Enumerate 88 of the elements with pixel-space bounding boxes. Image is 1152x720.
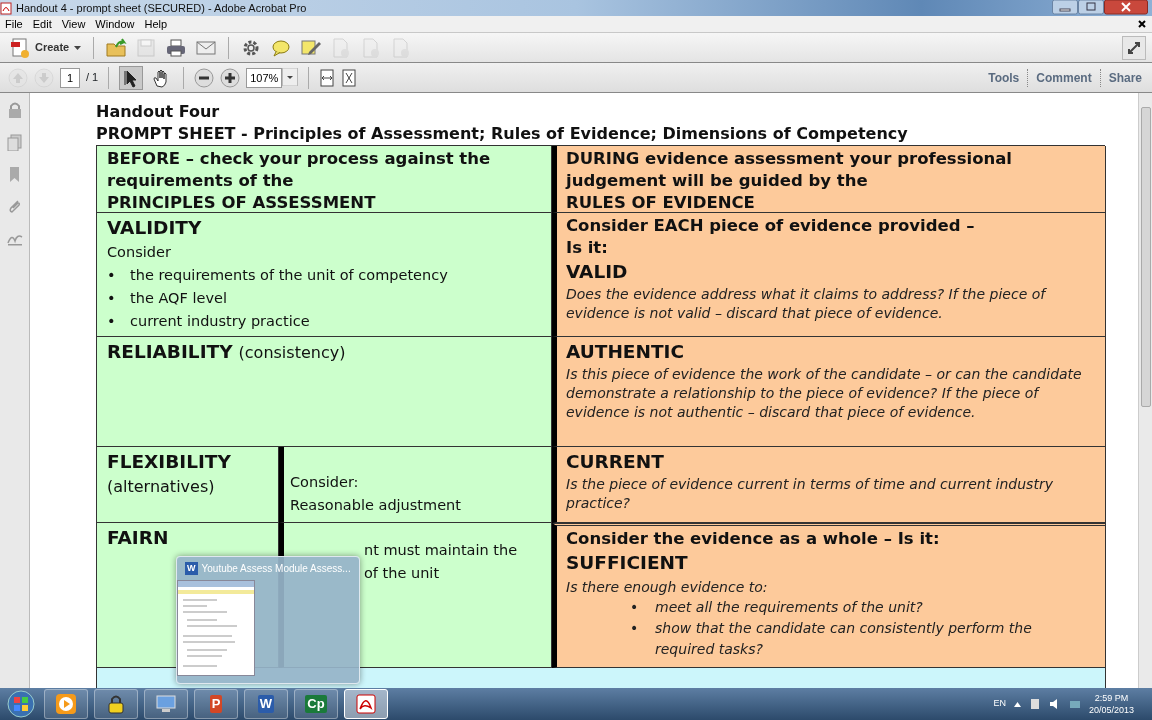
cell-lead: Consider EACH piece of evidence provided – [566,215,976,237]
cell-text: Consider [107,243,172,262]
document-heading: Handout Four [96,101,221,123]
taskbar-app[interactable] [94,689,138,719]
minimize-icon[interactable] [1052,0,1078,15]
expand-button[interactable] [1122,35,1146,60]
taskbar-app[interactable]: Cp [294,689,338,719]
rule-title: VALID [566,260,629,284]
menu-item[interactable]: Help [139,15,173,33]
zoom-field[interactable]: 107% [246,67,283,88]
tray-app-icon[interactable] [1028,698,1041,710]
printer-icon[interactable] [165,36,188,59]
bullet-marker: • [630,619,640,638]
menu-item[interactable]: File [0,15,28,33]
page-count: / 1 [86,70,99,86]
word-app-icon: W [185,561,198,576]
menu-item[interactable]: View [56,15,91,33]
taskbar-app[interactable]: P [194,689,238,719]
pane-tab[interactable]: Tools [980,68,1028,87]
computer-icon [155,693,177,715]
pdf-document-icon [0,1,12,15]
taskbar-app[interactable] [44,689,88,719]
scrollbar-thumb[interactable] [1140,107,1151,407]
fit-width-icon[interactable] [341,68,358,87]
captivate-icon: Cp [305,695,327,713]
zoom-in-icon[interactable] [220,67,241,88]
pane-tab[interactable]: Share [1099,68,1150,87]
close-icon[interactable] [1104,0,1148,15]
principle-title: FAIRN [107,526,170,550]
principle-note: (alternatives) [107,476,216,498]
bullet-item: meet all the requirements of the unit? [655,598,923,617]
word-icon: W [257,695,275,713]
rule-description: Is there enough evidence to: [566,578,769,597]
taskbar-app[interactable] [344,689,388,719]
bullet-marker: • [630,598,640,617]
close-icon[interactable] [1138,20,1146,28]
rule-title: CURRENT [566,450,665,474]
taskbar-preview[interactable]: W Youtube Assess Module Assess... [176,556,360,684]
bullet-marker: • [107,289,117,308]
caret-icon[interactable] [1013,701,1021,707]
column-header: BEFORE – check your process against the requirements of the PRINCIPLES OF ASSESSMENT [107,148,492,212]
create-pdf-icon [10,36,30,59]
bullet-item: the requirements of the unit of competency [130,266,448,285]
maximize-icon[interactable] [1078,0,1104,15]
preview-title: Youtube Assess Module Assess... [201,562,351,576]
bullet-marker: • [107,266,117,285]
principle-note: (consistency) [238,342,346,364]
cell-text: Consider: Reasonable adjustment [290,473,462,515]
clock-date[interactable]: 20/05/2013 [1088,704,1134,716]
rule-description: Is the piece of evidence current in terms of time and current industry practice? [566,475,1054,513]
principle-title: VALIDITY [107,216,203,240]
language-indicator[interactable]: EN [993,697,1006,711]
bullet-item: current industry practice [130,312,310,331]
menu-item[interactable]: Window [90,15,140,33]
powerpoint-icon: P [209,695,223,713]
padlock-icon [105,693,127,715]
rule-title: SUFFICIENT [566,551,689,575]
cell-text: nt must maintain the of the unit [364,541,519,583]
clock-time[interactable]: 2:59 PM [1088,692,1134,704]
document-subheading: PROMPT SHEET - Principles of Assessment; Rules of Evidence; Dimensions of Competency [96,123,909,145]
network-icon[interactable] [1068,698,1081,710]
principle-title: FLEXIBILITY [107,450,232,474]
pdf-icon [355,693,377,715]
zoom-out-icon[interactable] [194,67,215,88]
create-button[interactable]: Create [8,36,84,59]
rule-description: Is this piece of evidence the work of the candidate – or can the candidate demonstrate a relationship to the piece of evidence? If the piece of evidence is not authentic – discard that piece of evidence. [566,365,1083,422]
bullet-item: show that the candidate can consistently perform the required tasks? [655,619,1033,659]
taskbar-app[interactable]: W [244,689,288,719]
bullet-item: the AQF level [130,289,227,308]
start-button-icon[interactable] [4,689,38,719]
fit-page-icon[interactable] [319,68,336,87]
window-title: Handout 4 - prompt sheet (SECURED) - Adobe Acrobat Pro [16,0,307,16]
cell-lead: Consider the evidence as a whole – Is it: [566,528,941,550]
pane-tab[interactable]: Comment [1027,68,1100,87]
rule-description: Does the evidence address what it claims to address? If the piece of evidence is not valid – discard that piece of evidence. [566,285,1048,323]
arrows-icon [1126,39,1142,56]
column-header: DURING evidence assessment your professional judgement will be guided by the RULES OF EVIDENCE [566,148,1013,212]
dropdown-icon[interactable] [282,67,299,86]
menu-item[interactable]: Edit [27,15,57,33]
taskbar-app[interactable] [144,689,188,719]
play-icon [55,693,77,715]
cell-lead: Is it: [566,237,609,259]
page-number-field[interactable]: 1 [60,67,80,88]
caret-icon [74,45,82,50]
bullet-marker: • [107,312,117,331]
principle-title: RELIABILITY [107,340,233,364]
folder-icon[interactable] [105,36,128,59]
rule-title: AUTHENTIC [566,340,686,364]
